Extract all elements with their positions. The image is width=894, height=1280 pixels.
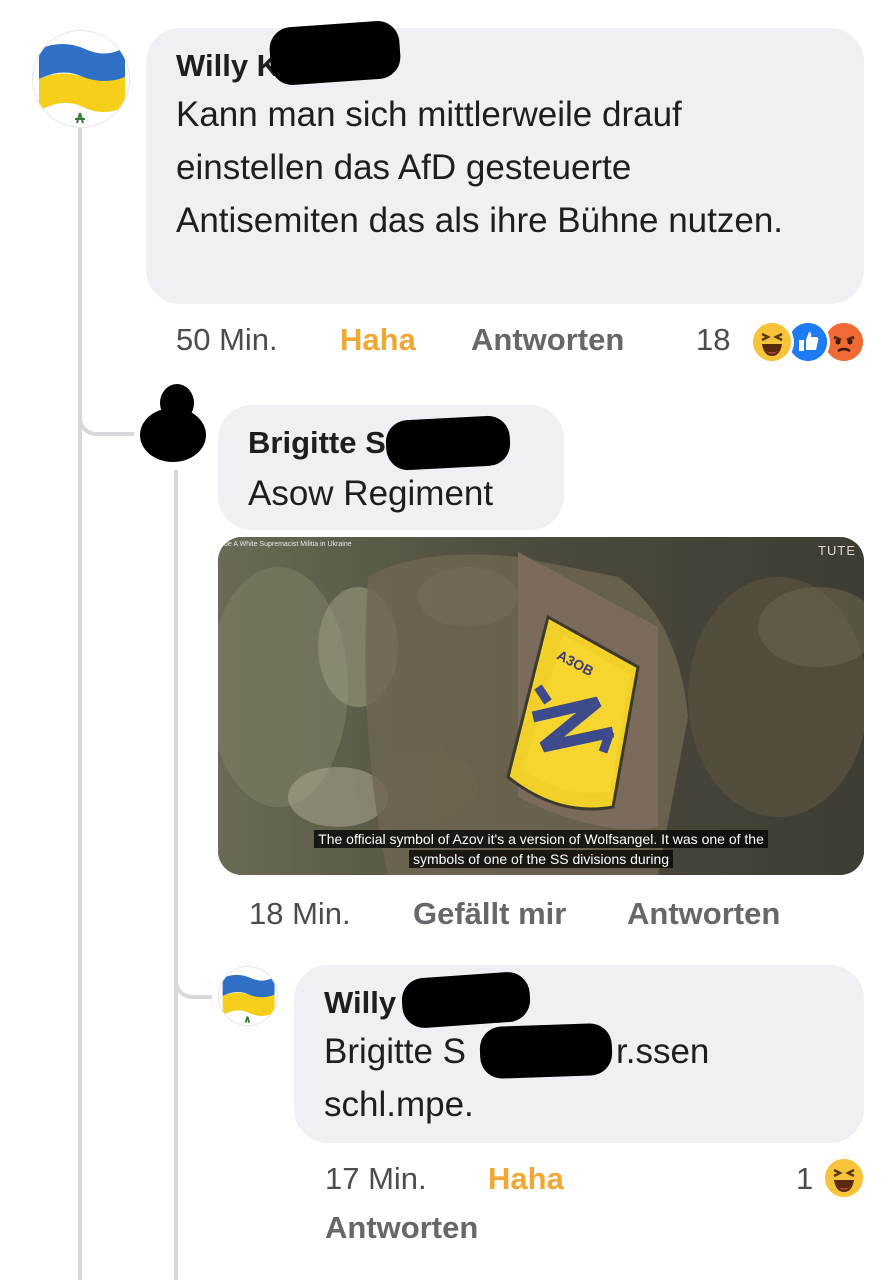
video-caption-line-1: The official symbol of Azov it's a versi… bbox=[218, 830, 864, 848]
reply-button[interactable]: Antworten bbox=[471, 322, 624, 358]
attached-image[interactable]: de A White Supremacist Militia in Ukrain… bbox=[218, 537, 864, 875]
haha-reaction-button[interactable]: Haha bbox=[488, 1161, 564, 1197]
comment-text: Kann man sich mittlerweile drauf einstel… bbox=[176, 95, 784, 240]
channel-logo: TUTE bbox=[818, 543, 856, 558]
redaction-mark bbox=[268, 19, 402, 87]
comment-time[interactable]: 18 Min. bbox=[249, 896, 351, 932]
reaction-count[interactable]: 1 bbox=[796, 1161, 813, 1197]
avatar[interactable] bbox=[32, 30, 130, 128]
haha-icon bbox=[822, 1156, 866, 1200]
ukraine-flag-icon bbox=[222, 974, 275, 1023]
redaction-mark bbox=[400, 970, 532, 1030]
haha-reaction-button[interactable]: Haha bbox=[340, 322, 416, 358]
comment-text-line: schl.mpe. bbox=[324, 1085, 474, 1124]
thread-elbow-reply-2 bbox=[174, 950, 212, 999]
video-watermark: de A White Supremacist Militia in Ukrain… bbox=[224, 541, 352, 548]
comment-author[interactable]: Willy K bbox=[176, 48, 279, 84]
like-button[interactable]: Gefällt mir bbox=[413, 896, 566, 932]
comment-text: Asow Regiment bbox=[248, 474, 494, 513]
comment-bubble: Willy K Kann man sich mittlerweile drauf… bbox=[146, 28, 864, 304]
thread-line-main bbox=[78, 128, 82, 1280]
avatar[interactable] bbox=[218, 966, 278, 1026]
comment-time[interactable]: 17 Min. bbox=[325, 1161, 427, 1197]
mention-link[interactable]: Brigitte S bbox=[324, 1032, 466, 1071]
reply-button[interactable]: Antworten bbox=[627, 896, 780, 932]
reply-button[interactable]: Antworten bbox=[325, 1210, 478, 1246]
comment-time[interactable]: 50 Min. bbox=[176, 322, 278, 358]
redaction-mark bbox=[160, 384, 194, 422]
comment-text-part: r.ssen bbox=[616, 1032, 710, 1071]
comment-bubble: Brigitte S Asow Regiment bbox=[218, 405, 564, 530]
ukraine-flag-icon bbox=[39, 44, 125, 125]
azov-patch-image bbox=[218, 537, 864, 875]
thread-line-reply bbox=[174, 470, 178, 1280]
redaction-mark bbox=[479, 1022, 613, 1080]
thread-elbow-reply-1 bbox=[78, 380, 134, 436]
redaction-mark bbox=[384, 414, 512, 472]
comment-author[interactable]: Willy bbox=[324, 985, 396, 1021]
video-caption-line-2: symbols of one of the SS divisions durin… bbox=[218, 850, 864, 868]
comment-author[interactable]: Brigitte S bbox=[248, 425, 386, 461]
haha-icon bbox=[750, 320, 794, 364]
reaction-count[interactable]: 18 bbox=[696, 322, 730, 358]
comment-thread: Willy K Kann man sich mittlerweile drauf… bbox=[0, 0, 894, 1280]
